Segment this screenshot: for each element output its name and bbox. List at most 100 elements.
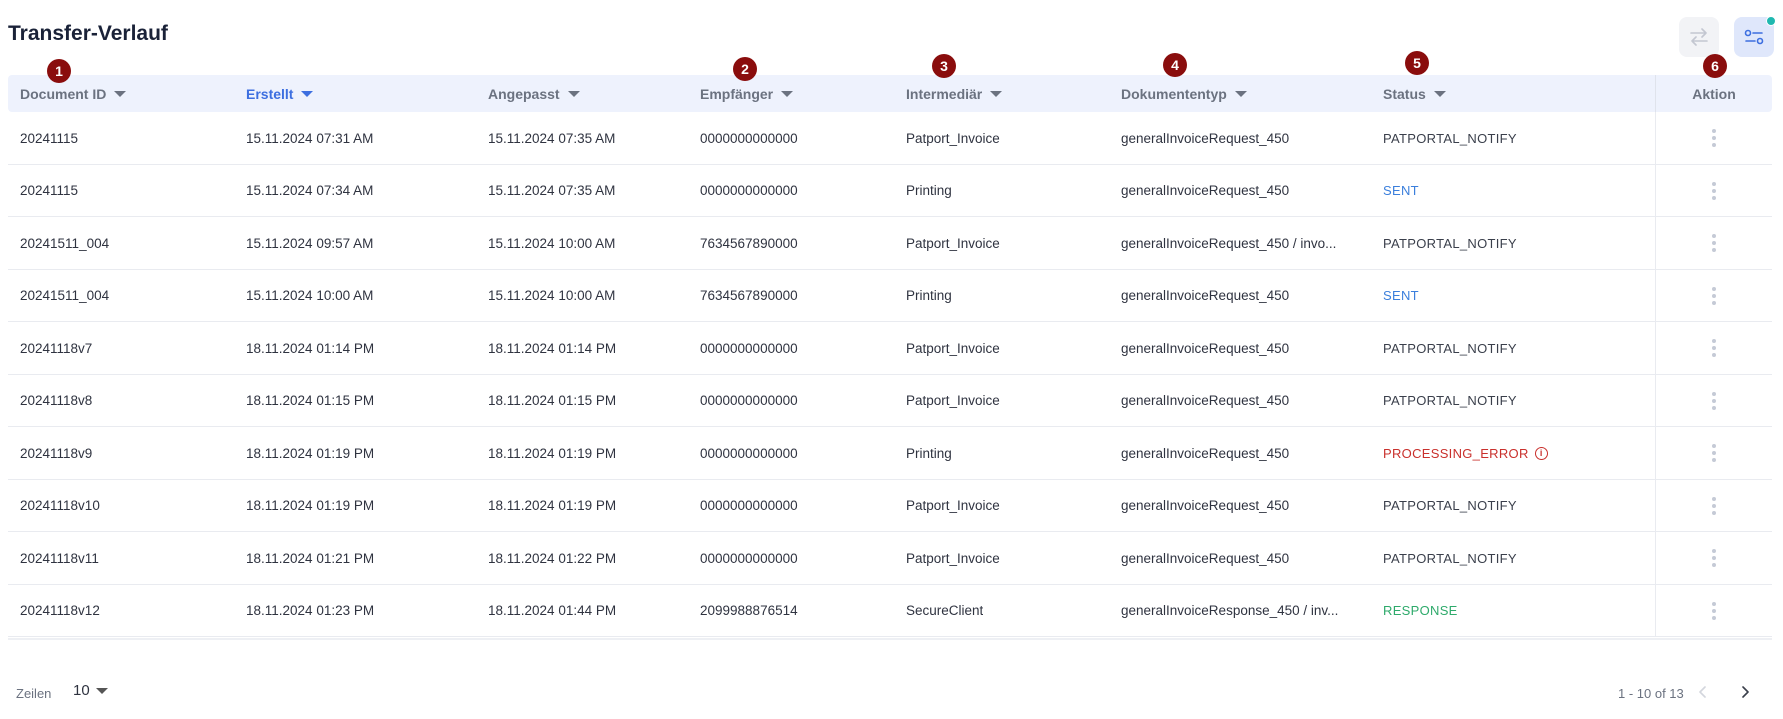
cell-angepasst: 18.11.2024 01:44 PM bbox=[488, 603, 617, 618]
more-actions-icon[interactable] bbox=[1708, 545, 1720, 571]
column-header-erstellt[interactable]: Erstellt bbox=[246, 75, 314, 112]
status-cell: PROCESSING_ERROR i bbox=[1383, 427, 1548, 479]
column-label: Empfänger bbox=[700, 85, 774, 102]
cell-angepasst: 15.11.2024 10:00 AM bbox=[488, 288, 616, 303]
column-header-intermediaer[interactable]: Intermediär bbox=[906, 75, 1003, 112]
status-cell: PATPORTAL_NOTIFY bbox=[1383, 375, 1517, 427]
cell-dokumententyp: generalInvoiceRequest_450 bbox=[1121, 183, 1290, 198]
kebab-dot bbox=[1712, 346, 1716, 350]
chevron-right-icon bbox=[1742, 686, 1749, 698]
status-badge: RESPONSE bbox=[1383, 603, 1458, 618]
status-cell: PATPORTAL_NOTIFY bbox=[1383, 532, 1517, 584]
annotation-marker-4: 4 bbox=[1163, 53, 1187, 77]
cell-dokumententyp: generalInvoiceRequest_450 bbox=[1121, 550, 1290, 566]
column-label: Erstellt bbox=[246, 85, 294, 102]
cell-dokumententyp: generalInvoiceRequest_450 bbox=[1121, 130, 1290, 146]
kebab-dot bbox=[1712, 339, 1716, 343]
more-actions-icon[interactable] bbox=[1708, 125, 1720, 151]
table-row[interactable]: 20241118v12 18.11.2024 01:23 PM 18.11.2024… bbox=[8, 584, 1772, 637]
table-row[interactable]: 20241118v8 18.11.2024 01:15 PM 18.11.2024 … bbox=[8, 374, 1772, 427]
cell-angepasst: 18.11.2024 01:19 PM bbox=[488, 498, 617, 513]
filter-button[interactable] bbox=[1734, 16, 1776, 57]
sort-caret-icon bbox=[567, 90, 580, 97]
table-row[interactable]: 20241511_004 15.11.2024 10:00 AM 15.11.202… bbox=[8, 269, 1772, 322]
status-cell: PATPORTAL_NOTIFY bbox=[1383, 322, 1517, 374]
table-row[interactable]: 20241511_004 15.11.2024 09:57 AM 15.11.202… bbox=[8, 217, 1772, 270]
chevron-left-icon bbox=[1699, 686, 1706, 698]
rows-per-page-label: Zeilen bbox=[16, 686, 52, 701]
more-actions-icon[interactable] bbox=[1708, 493, 1720, 519]
cell-document-id: 20241118v11 bbox=[20, 550, 99, 566]
cell-erstellt: 18.11.2024 01:15 PM bbox=[246, 393, 375, 408]
cell-intermediaer: Patport_Invoice bbox=[906, 393, 1000, 408]
more-actions-icon[interactable] bbox=[1708, 335, 1720, 361]
rows-per-page-value: 10 bbox=[73, 682, 90, 699]
previous-page-button[interactable] bbox=[1693, 682, 1713, 702]
column-header-angepasst[interactable]: Angepasst bbox=[488, 75, 580, 112]
table-header: Document ID Erstellt Angepasst Empfänger… bbox=[8, 75, 1772, 112]
action-cell bbox=[1655, 479, 1772, 532]
next-page-button[interactable] bbox=[1735, 682, 1755, 702]
sort-caret-icon bbox=[1234, 90, 1247, 97]
action-cell bbox=[1655, 322, 1772, 374]
kebab-dot bbox=[1712, 398, 1716, 403]
cell-document-id: 20241511_004 bbox=[20, 235, 110, 251]
column-header-document-id[interactable]: Document ID bbox=[20, 75, 127, 112]
more-actions-icon[interactable] bbox=[1708, 388, 1720, 414]
more-actions-icon[interactable] bbox=[1708, 598, 1720, 624]
cell-empfaenger: 0000000000000 bbox=[700, 130, 798, 146]
status-badge: PATPORTAL_NOTIFY bbox=[1383, 550, 1517, 566]
action-cell bbox=[1655, 427, 1772, 479]
info-icon[interactable]: i bbox=[1534, 446, 1548, 460]
more-actions-icon[interactable] bbox=[1708, 230, 1720, 256]
transfer-table: Document ID Erstellt Angepasst Empfänger… bbox=[8, 75, 1772, 637]
annotation-marker-2: 2 bbox=[733, 57, 757, 81]
cell-document-id: 20241118v9 bbox=[20, 445, 93, 461]
table-row[interactable]: 20241115 15.11.2024 07:34 AM 15.11.2024 07… bbox=[8, 164, 1772, 217]
cell-document-id: 20241118v10 bbox=[20, 498, 100, 513]
cell-intermediaer: Printing bbox=[906, 288, 952, 303]
status-badge: PATPORTAL_NOTIFY bbox=[1383, 235, 1517, 251]
kebab-dot bbox=[1712, 181, 1716, 186]
column-label: Angepasst bbox=[488, 85, 560, 102]
annotation-marker-3: 3 bbox=[932, 54, 956, 78]
status-badge: PATPORTAL_NOTIFY bbox=[1383, 393, 1517, 408]
cell-document-id: 20241118v8 bbox=[20, 393, 93, 408]
cell-document-id: 20241118v7 bbox=[20, 340, 93, 356]
status-cell: PATPORTAL_NOTIFY bbox=[1383, 480, 1517, 532]
more-actions-icon[interactable] bbox=[1708, 440, 1720, 466]
cell-angepasst: 18.11.2024 01:15 PM bbox=[488, 393, 617, 408]
more-actions-icon[interactable] bbox=[1708, 178, 1720, 204]
column-header-dokumententyp[interactable]: Dokumententyp bbox=[1121, 75, 1247, 112]
table-row[interactable]: 20241118v10 18.11.2024 01:19 PM 18.11.2024… bbox=[8, 479, 1772, 532]
chevron-down-icon bbox=[95, 687, 108, 694]
kebab-dot bbox=[1712, 601, 1716, 606]
status-cell: SENT bbox=[1383, 165, 1419, 217]
cell-intermediaer: Patport_Invoice bbox=[906, 235, 1000, 251]
more-actions-icon[interactable] bbox=[1708, 283, 1720, 309]
kebab-dot bbox=[1712, 248, 1716, 252]
cell-erstellt: 18.11.2024 01:21 PM bbox=[246, 550, 375, 566]
table-row[interactable]: 20241118v11 18.11.2024 01:21 PM 18.11.2024… bbox=[8, 532, 1772, 585]
cell-empfaenger: 0000000000000 bbox=[700, 340, 798, 356]
cell-empfaenger: 0000000000000 bbox=[700, 550, 798, 566]
transfer-button[interactable] bbox=[1679, 17, 1719, 57]
sort-caret-icon bbox=[1433, 90, 1446, 97]
column-header-status[interactable]: Status bbox=[1383, 75, 1446, 112]
cell-angepasst: 15.11.2024 07:35 AM bbox=[488, 183, 616, 198]
kebab-dot bbox=[1712, 353, 1716, 357]
kebab-dot bbox=[1712, 556, 1716, 560]
cell-angepasst: 15.11.2024 10:00 AM bbox=[488, 235, 616, 251]
cell-intermediaer: Printing bbox=[906, 183, 952, 198]
cell-intermediaer: Printing bbox=[906, 445, 952, 461]
kebab-dot bbox=[1712, 405, 1716, 410]
cell-intermediaer: Patport_Invoice bbox=[906, 340, 1000, 356]
table-row[interactable]: 20241118v9 18.11.2024 01:19 PM 18.11.2024 … bbox=[8, 427, 1772, 480]
cell-erstellt: 18.11.2024 01:14 PM bbox=[246, 340, 375, 356]
column-header-aktion: Aktion bbox=[1655, 75, 1772, 112]
table-row[interactable]: 20241115 15.11.2024 07:31 AM 15.11.2024 07… bbox=[8, 112, 1772, 165]
table-row[interactable]: 20241118v7 18.11.2024 01:14 PM 18.11.2024 … bbox=[8, 322, 1772, 375]
kebab-dot bbox=[1712, 451, 1716, 455]
cell-erstellt: 18.11.2024 01:19 PM bbox=[246, 445, 375, 461]
rows-per-page-select[interactable]: 10 bbox=[73, 682, 108, 699]
